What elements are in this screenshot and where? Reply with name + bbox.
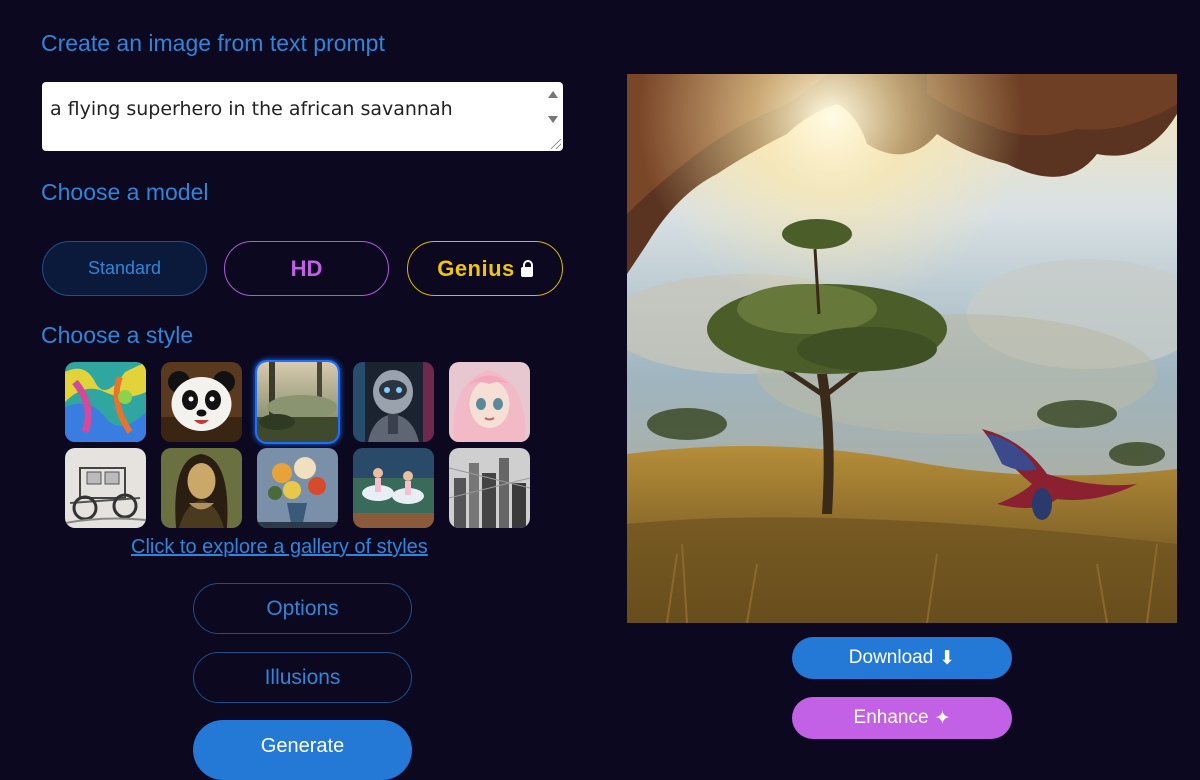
model-heading: Choose a model — [41, 179, 209, 205]
illusions-button[interactable]: Illusions — [193, 652, 412, 703]
scroll-up-arrow-icon[interactable] — [548, 91, 558, 98]
style-thumb-flower-still-life[interactable] — [257, 448, 338, 528]
enhance-label: Enhance — [853, 707, 929, 728]
model-standard-button[interactable]: Standard — [42, 241, 207, 296]
sparkle-icon: ✦ — [934, 707, 951, 729]
anime-girl-image — [449, 362, 530, 442]
panda-cartoon-image — [161, 362, 242, 442]
generated-image — [627, 74, 1177, 623]
style-thumb-panda-cartoon[interactable] — [161, 362, 242, 442]
scroll-down-arrow-icon[interactable] — [548, 116, 558, 123]
prompt-heading: Create an image from text prompt — [41, 30, 385, 56]
generate-label: Generate — [260, 735, 345, 757]
style-thumb-robot-portrait[interactable] — [353, 362, 434, 442]
style-thumb-abstract-paint[interactable] — [65, 362, 146, 442]
style-thumb-pencil-car-sketch[interactable] — [65, 448, 146, 528]
resize-handle-icon[interactable] — [551, 139, 561, 149]
options-button[interactable]: Options — [193, 583, 412, 634]
illusions-label: Illusions — [264, 665, 341, 689]
flower-still-life-image — [257, 448, 338, 528]
style-heading: Choose a style — [41, 322, 194, 348]
style-thumb-renaissance-portrait[interactable] — [161, 448, 242, 528]
gallery-link[interactable]: Click to explore a gallery of styles — [131, 536, 428, 559]
style-thumb-landscape-painting[interactable] — [255, 360, 340, 444]
generate-button[interactable]: Generate — [193, 720, 412, 780]
generated-scene — [627, 74, 1177, 623]
options-label: Options — [266, 596, 339, 620]
ink-cityscape-image — [449, 448, 530, 528]
style-thumb-anime-girl[interactable] — [449, 362, 530, 442]
prompt-text[interactable]: a flying superhero in the african savann… — [50, 98, 453, 120]
download-button[interactable]: Download ⬇ — [792, 637, 1012, 679]
download-arrow-icon: ⬇ — [939, 647, 956, 669]
renaissance-portrait-image — [161, 448, 242, 528]
model-genius-button[interactable]: Genius — [407, 241, 563, 296]
robot-portrait-image — [353, 362, 434, 442]
pencil-car-sketch-image — [65, 448, 146, 528]
abstract-paint-image — [65, 362, 146, 442]
model-genius-label: Genius — [437, 255, 515, 281]
prompt-textarea[interactable]: a flying superhero in the african savann… — [42, 82, 563, 151]
style-thumb-ink-cityscape[interactable] — [449, 448, 530, 528]
landscape-painting-image — [257, 362, 338, 442]
model-hd-button[interactable]: HD — [224, 241, 389, 296]
model-hd-label: HD — [290, 255, 323, 281]
ballet-impressionist-image — [353, 448, 434, 528]
download-label: Download — [848, 647, 934, 668]
model-standard-label: Standard — [87, 258, 162, 278]
style-thumb-ballet-impressionist[interactable] — [353, 448, 434, 528]
lock-icon — [520, 259, 533, 277]
enhance-button[interactable]: Enhance ✦ — [792, 697, 1012, 739]
